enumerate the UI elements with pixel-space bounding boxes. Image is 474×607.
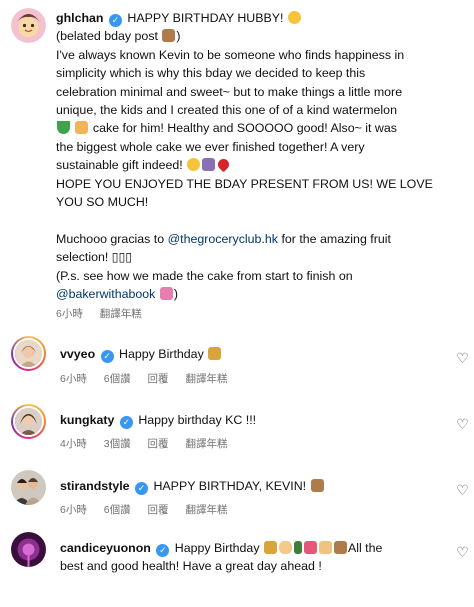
commenter-username[interactable]: kungkaty [60, 413, 114, 427]
reply-button[interactable]: 回覆 [148, 504, 169, 516]
comment-body: HAPPY BIRTHDAY, KEVIN! [153, 479, 307, 493]
translate-link[interactable]: 翻譯年糕 [185, 438, 227, 450]
comment-body: All the [347, 541, 383, 555]
cake-slice-emoji-icon [75, 121, 89, 135]
raised-hands-emoji-icon [318, 541, 332, 554]
commenter-avatar[interactable] [11, 470, 46, 505]
comment-likes[interactable]: 6個讚 [104, 373, 131, 385]
comment-text: vvyeo ✓ Happy Birthday [60, 345, 452, 363]
champagne-bottle-emoji-icon [293, 541, 302, 554]
commenter-avatar[interactable] [11, 532, 46, 567]
avatar-image [11, 8, 46, 43]
laughing-face-emoji-icon [187, 158, 201, 172]
verified-badge-icon: ✓ [108, 14, 122, 27]
comment-body: Happy birthday KC !!! [138, 413, 257, 427]
caption-line: celebration minimal and sweet~ but to ma… [56, 84, 403, 99]
cake-emoji-icon [310, 479, 324, 492]
comment-likes[interactable]: 3個讚 [104, 438, 131, 450]
commenter-avatar[interactable] [11, 404, 46, 439]
comment-meta: 4小時 3個讚 回覆 翻譯年糕 [60, 436, 241, 451]
reply-button[interactable]: 回覆 [148, 373, 169, 385]
caption-line: for the amazing fruit [281, 231, 391, 246]
comment-meta: 6小時 6個讚 回覆 翻譯年糕 [60, 371, 241, 386]
caption-title: HAPPY BIRTHDAY HUBBY! [127, 11, 284, 25]
caption-line: Muchooo gracias to [56, 231, 165, 246]
heart-outline-icon[interactable]: ♡ [456, 417, 469, 431]
comment-body: Happy Birthday [174, 541, 260, 555]
comment-likes[interactable]: 6個讚 [104, 504, 131, 516]
party-popper-emoji-icon [263, 541, 277, 554]
caption-line: sustainable gift indeed! [56, 158, 183, 173]
caption-line: YOU SO MUCH! [56, 195, 149, 210]
caption-text: ) [173, 287, 178, 302]
caption-line: HOPE YOU ENJOYED THE BDAY PRESENT FROM U… [56, 176, 433, 191]
post-author-avatar[interactable] [11, 8, 46, 43]
heart-emoji-icon [215, 156, 232, 173]
caption-text: ) [176, 29, 181, 44]
party-popper-emoji-icon [208, 347, 222, 360]
caption-title-line: ghlchan ✓ HAPPY BIRTHDAY HUBBY! [56, 9, 468, 27]
caption-line: I've always known Kevin to be someone wh… [56, 47, 405, 62]
reply-button[interactable]: 回覆 [148, 438, 169, 450]
translate-link[interactable]: 翻譯年糕 [185, 504, 227, 516]
family-emoji-icon [202, 158, 216, 172]
verified-badge-icon: ✓ [135, 482, 149, 495]
cupcake-emoji-icon [159, 287, 173, 301]
smiling-face-emoji-icon [287, 11, 301, 24]
caption-line: cake for him! Healthy and SOOOOO good! A… [92, 121, 397, 136]
comment-time[interactable]: 6小時 [60, 373, 87, 385]
post-translate-link[interactable]: 翻譯年糕 [100, 308, 142, 320]
caption-line: the biggest whole cake we ever finished … [56, 139, 365, 154]
post-time[interactable]: 6小時 [56, 308, 83, 320]
comment-body-line: best and good health! Have a great day a… [60, 559, 322, 573]
comment-time[interactable]: 6小時 [60, 504, 87, 516]
caption-line: (belated bday post [56, 29, 158, 44]
verified-badge-icon: ✓ [156, 544, 170, 557]
avatar-image [11, 470, 46, 505]
comment-time[interactable]: 4小時 [60, 438, 87, 450]
cake-emoji-icon [333, 541, 347, 554]
commenter-username[interactable]: candiceyuonon [60, 541, 151, 555]
avatar-image [15, 340, 42, 367]
post-meta: 6小時 翻譯年糕 [56, 306, 156, 321]
heart-outline-icon[interactable]: ♡ [456, 483, 469, 497]
caption-line: unique, the kids and I created this one … [56, 103, 397, 118]
clapping-hands-emoji-icon [278, 541, 292, 554]
comment-text: kungkaty ✓ Happy birthday KC !!! [60, 411, 452, 429]
watermelon-emoji-icon [57, 121, 70, 135]
ribbon-bow-emoji-icon [303, 541, 317, 554]
mention-baker-link[interactable]: @bakerwithabook [56, 287, 155, 301]
comment-text: stirandstyle ✓ HAPPY BIRTHDAY, KEVIN! [60, 477, 452, 495]
post-caption: ghlchan ✓ HAPPY BIRTHDAY HUBBY! (belated… [56, 9, 468, 303]
commenter-avatar[interactable] [11, 336, 46, 371]
commenter-username[interactable]: stirandstyle [60, 479, 130, 493]
mention-grocery-link[interactable]: @thegroceryclub.hk [168, 232, 278, 246]
comment-body: Happy Birthday [119, 347, 204, 361]
caption-line: selection! ▯▯▯ [56, 250, 133, 265]
cake-emoji-icon [162, 29, 176, 43]
comment-text: candiceyuonon ✓ Happy Birthday All the b… [60, 539, 452, 575]
comment-meta: 6小時 6個讚 回覆 翻譯年糕 [60, 502, 241, 517]
avatar-image [15, 408, 42, 435]
heart-outline-icon[interactable]: ♡ [456, 351, 469, 365]
commenter-username[interactable]: vvyeo [60, 347, 95, 361]
caption-line: (P.s. see how we made the cake from star… [56, 268, 353, 283]
post-author-username[interactable]: ghlchan [56, 11, 104, 25]
verified-badge-icon: ✓ [119, 416, 133, 429]
translate-link[interactable]: 翻譯年糕 [185, 373, 227, 385]
avatar-image [11, 532, 46, 567]
caption-line: simplicity which is why this bday we dec… [56, 66, 366, 81]
heart-outline-icon[interactable]: ♡ [456, 545, 469, 559]
verified-badge-icon: ✓ [100, 350, 114, 363]
